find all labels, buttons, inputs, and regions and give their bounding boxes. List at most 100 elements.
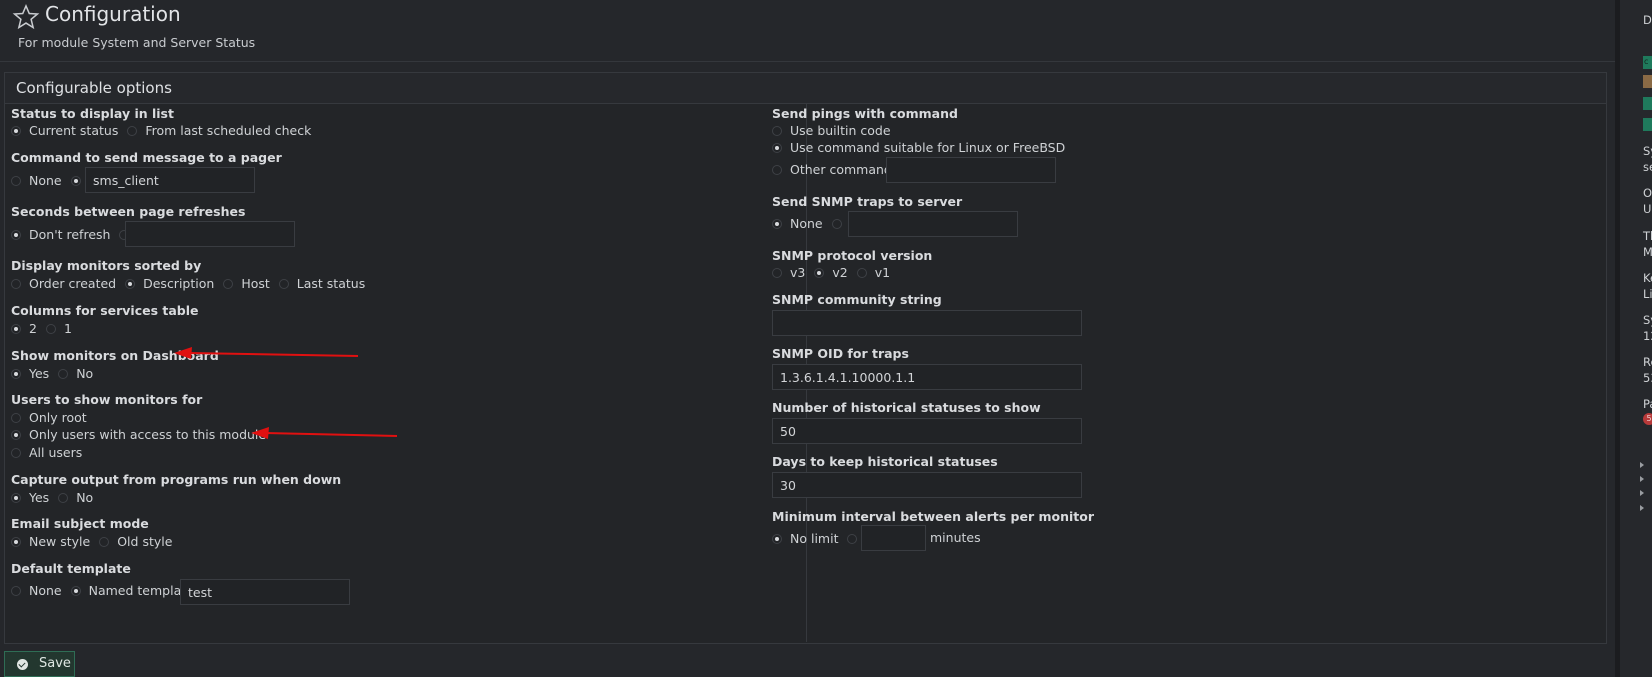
capture-yes-label: Yes: [29, 490, 50, 505]
users-all-label: All users: [29, 445, 83, 460]
snmp-v1-label: v1: [874, 265, 891, 280]
sorted-order-radio[interactable]: [11, 279, 21, 289]
template-named-label: Named template: [88, 583, 194, 598]
pager-command-input[interactable]: sms_client: [85, 167, 255, 193]
pings-option-linux: Use command suitable for Linux or FreeBS…: [772, 140, 1065, 156]
side-expand-icon-4[interactable]: [1640, 505, 1644, 511]
side-text-2: se: [1643, 160, 1652, 174]
capture-no-label: No: [76, 490, 94, 505]
status-current-radio[interactable]: [11, 126, 21, 136]
sorted-description-radio[interactable]: [125, 279, 136, 289]
side-chip-1-label: c: [1644, 57, 1649, 66]
pager-none-radio[interactable]: [11, 176, 21, 186]
star-icon[interactable]: [12, 3, 40, 31]
check-circle-icon: [17, 659, 28, 670]
snmp-version-options: v3 v2 v1: [772, 265, 890, 281]
snmp-v1-radio[interactable]: [856, 268, 867, 278]
side-text-4: Ul: [1643, 202, 1652, 216]
side-badge: 5: [1643, 413, 1652, 425]
side-text-5: Th: [1643, 229, 1652, 243]
snmp-traps-none-radio[interactable]: [772, 219, 782, 229]
status-scheduled-radio[interactable]: [127, 126, 138, 136]
pings-linux-radio[interactable]: [772, 143, 782, 153]
sorted-host-label: Host: [241, 276, 270, 291]
template-input[interactable]: test: [180, 579, 350, 605]
side-expand-icon-2[interactable]: [1640, 476, 1644, 482]
sorted-label: Display monitors sorted by: [11, 258, 202, 273]
email-label: Email subject mode: [11, 516, 149, 531]
snmp-traps-server-input[interactable]: [848, 211, 1018, 237]
email-new-radio[interactable]: [11, 537, 21, 547]
dashboard-no-radio[interactable]: [58, 369, 69, 379]
pings-option-other: Other command: [772, 162, 892, 178]
snmp-version-label: SNMP protocol version: [772, 248, 933, 263]
snmp-v2-radio[interactable]: [814, 268, 825, 278]
users-all-radio[interactable]: [11, 448, 21, 458]
page-subtitle: For module System and Server Status: [18, 35, 256, 50]
sorted-status-radio[interactable]: [278, 279, 289, 289]
status-current-label: Current status: [29, 123, 119, 138]
capture-label: Capture output from programs run when do…: [11, 472, 342, 487]
dashboard-yes-radio[interactable]: [11, 369, 21, 379]
snmp-v3-radio[interactable]: [772, 268, 782, 278]
capture-no-radio[interactable]: [58, 493, 69, 503]
dashboard-options: Yes No: [11, 366, 93, 382]
interval-none-label: No limit: [790, 531, 839, 546]
columns-1-radio[interactable]: [45, 324, 56, 334]
pager-label: Command to send message to a pager: [11, 150, 282, 165]
sorted-status-label: Last status: [296, 276, 366, 291]
users-module-radio[interactable]: [11, 430, 21, 440]
sorted-description-label: Description: [143, 276, 215, 291]
users-label: Users to show monitors for: [11, 392, 203, 407]
template-none-label: None: [29, 583, 62, 598]
interval-none-radio[interactable]: [772, 534, 782, 544]
capture-yes-radio[interactable]: [11, 493, 21, 503]
interval-value-radio[interactable]: [847, 534, 858, 544]
users-root-radio[interactable]: [11, 413, 21, 423]
pager-command-radio[interactable]: [70, 176, 81, 186]
users-option-root: Only root: [11, 410, 87, 426]
side-text-3: O: [1643, 186, 1652, 200]
interval-input[interactable]: [861, 525, 926, 551]
annotation-arrow-dashboard: [174, 347, 359, 359]
sorted-order-label: Order created: [29, 276, 117, 291]
pager-none-label: None: [29, 173, 62, 188]
side-text-1: Sy: [1643, 144, 1652, 158]
side-text-9: Sy: [1643, 313, 1652, 327]
pings-linux-label: Use command suitable for Linux or FreeBS…: [790, 140, 1066, 155]
save-button[interactable]: Save: [4, 651, 75, 677]
hist-count-input[interactable]: 50: [772, 418, 1082, 444]
hist-days-input[interactable]: 30: [772, 472, 1082, 498]
interval-label: Minimum interval between alerts per moni…: [772, 509, 1094, 524]
snmp-v3-label: v3: [790, 265, 806, 280]
oid-input[interactable]: 1.3.6.1.4.1.10000.1.1: [772, 364, 1082, 390]
refresh-none-label: Don't refresh: [29, 227, 111, 242]
side-expand-icon-3[interactable]: [1640, 490, 1644, 496]
snmp-traps-server-radio[interactable]: [831, 219, 842, 229]
side-text-12: 53: [1643, 371, 1652, 385]
community-input[interactable]: [772, 310, 1082, 336]
columns-label: Columns for services table: [11, 303, 199, 318]
email-old-radio[interactable]: [99, 537, 110, 547]
side-expand-icon-1[interactable]: [1640, 462, 1644, 468]
sorted-host-radio[interactable]: [223, 279, 234, 289]
side-text-6: M: [1643, 245, 1652, 259]
refresh-seconds-input[interactable]: [125, 221, 295, 247]
panel-title: Configurable options: [16, 79, 172, 97]
columns-2-radio[interactable]: [11, 324, 21, 334]
template-none-radio[interactable]: [11, 586, 21, 596]
snmp-traps-label: Send SNMP traps to server: [772, 194, 963, 209]
pings-builtin-radio[interactable]: [772, 126, 782, 136]
status-label: Status to display in list: [11, 106, 174, 121]
pings-other-radio[interactable]: [772, 165, 782, 175]
users-module-label: Only users with access to this module: [29, 427, 267, 442]
refresh-label: Seconds between page refreshes: [11, 204, 246, 219]
side-chip-4: [1643, 118, 1652, 131]
side-text-10: 12: [1643, 329, 1652, 343]
snmp-traps-options: None: [772, 216, 850, 232]
refresh-none-radio[interactable]: [11, 230, 21, 240]
template-named-radio[interactable]: [70, 586, 81, 596]
columns-2-label: 2: [29, 321, 37, 336]
pings-option-builtin: Use builtin code: [772, 123, 891, 139]
pings-command-input[interactable]: [886, 157, 1056, 183]
